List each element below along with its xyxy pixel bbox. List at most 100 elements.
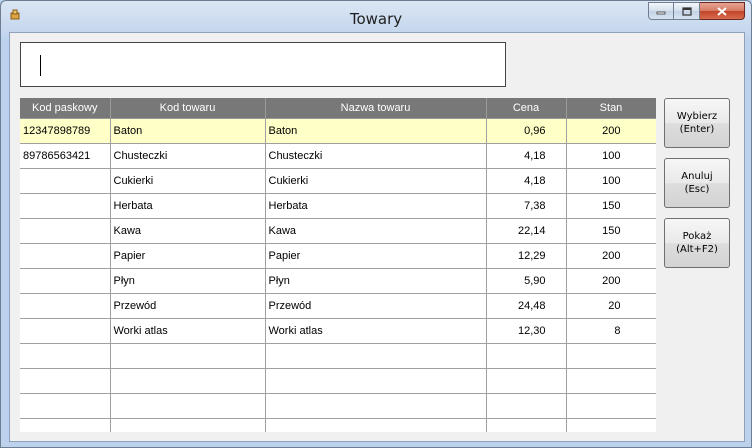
- stock-cell[interactable]: 20: [566, 293, 656, 319]
- table-row[interactable]: Papier Papier 12,29 200: [20, 243, 656, 269]
- empty-cell[interactable]: [265, 343, 487, 369]
- close-button[interactable]: [700, 2, 745, 20]
- products-grid[interactable]: Kod paskowy Kod towaru Nazwa towaru Cena…: [20, 98, 656, 432]
- table-header-row: Kod paskowy Kod towaru Nazwa towaru Cena…: [20, 98, 656, 119]
- barcode-cell[interactable]: [20, 193, 111, 219]
- table-row[interactable]: Przewód Przewód 24,48 20: [20, 293, 656, 319]
- empty-cell[interactable]: [265, 418, 487, 432]
- stock-cell[interactable]: 8: [566, 318, 656, 344]
- column-header-product-name[interactable]: Nazwa towaru: [265, 98, 487, 119]
- empty-cell[interactable]: [110, 393, 266, 419]
- product-name-cell[interactable]: Papier: [265, 243, 487, 269]
- products-table: Kod paskowy Kod towaru Nazwa towaru Cena…: [20, 98, 656, 432]
- price-cell[interactable]: 5,90: [486, 268, 567, 294]
- empty-cell[interactable]: [20, 393, 111, 419]
- empty-cell[interactable]: [110, 418, 266, 432]
- stock-cell[interactable]: 150: [566, 218, 656, 244]
- product-code-cell[interactable]: Przewód: [110, 293, 266, 319]
- price-cell[interactable]: 12,30: [486, 318, 567, 344]
- barcode-cell[interactable]: [20, 318, 111, 344]
- product-code-cell[interactable]: Baton: [110, 118, 266, 144]
- maximize-icon: [681, 6, 692, 16]
- cancel-button[interactable]: Anuluj (Esc): [664, 158, 730, 208]
- product-code-cell[interactable]: Płyn: [110, 268, 266, 294]
- empty-cell[interactable]: [566, 343, 656, 369]
- empty-cell[interactable]: [20, 343, 111, 369]
- maximize-button[interactable]: [674, 2, 700, 20]
- price-cell[interactable]: 7,38: [486, 193, 567, 219]
- cancel-button-label: Anuluj (Esc): [681, 170, 712, 196]
- barcode-cell[interactable]: 12347898789: [20, 118, 111, 144]
- table-row[interactable]: Płyn Płyn 5,90 200: [20, 268, 656, 294]
- product-code-cell[interactable]: Herbata: [110, 193, 266, 219]
- product-code-cell[interactable]: Kawa: [110, 218, 266, 244]
- stock-cell[interactable]: 150: [566, 193, 656, 219]
- minimize-icon: [656, 11, 666, 15]
- table-row[interactable]: Herbata Herbata 7,38 150: [20, 193, 656, 219]
- stock-cell[interactable]: 200: [566, 268, 656, 294]
- column-header-stock[interactable]: Stan: [566, 98, 656, 119]
- barcode-cell[interactable]: [20, 168, 111, 194]
- price-cell[interactable]: 0,96: [486, 118, 567, 144]
- price-cell[interactable]: 22,14: [486, 218, 567, 244]
- empty-cell[interactable]: [110, 368, 266, 394]
- barcode-cell[interactable]: [20, 218, 111, 244]
- empty-cell[interactable]: [20, 418, 111, 432]
- price-cell[interactable]: 12,29: [486, 243, 567, 269]
- product-name-cell[interactable]: Płyn: [265, 268, 487, 294]
- select-button-line2: (Enter): [679, 124, 715, 135]
- empty-cell[interactable]: [486, 343, 567, 369]
- stock-cell[interactable]: 100: [566, 168, 656, 194]
- select-button-line1: Wybierz: [676, 111, 718, 122]
- table-row[interactable]: 12347898789 Baton Baton 0,96 200: [20, 118, 656, 144]
- product-name-cell[interactable]: Kawa: [265, 218, 487, 244]
- empty-cell[interactable]: [486, 368, 567, 394]
- barcode-cell[interactable]: [20, 243, 111, 269]
- product-name-cell[interactable]: Herbata: [265, 193, 487, 219]
- minimize-button[interactable]: [648, 2, 674, 20]
- empty-cell[interactable]: [110, 343, 266, 369]
- empty-cell[interactable]: [265, 393, 487, 419]
- price-cell[interactable]: 4,18: [486, 143, 567, 169]
- empty-table-row[interactable]: [20, 368, 656, 394]
- product-code-cell[interactable]: Papier: [110, 243, 266, 269]
- empty-cell[interactable]: [566, 368, 656, 394]
- empty-table-row[interactable]: [20, 418, 656, 432]
- price-cell[interactable]: 24,48: [486, 293, 567, 319]
- title-bar[interactable]: Towary: [1, 1, 751, 33]
- empty-cell[interactable]: [20, 368, 111, 394]
- empty-cell[interactable]: [566, 418, 656, 432]
- select-button[interactable]: Wybierz (Enter): [664, 98, 730, 148]
- product-code-cell[interactable]: Worki atlas: [110, 318, 266, 344]
- product-name-cell[interactable]: Chusteczki: [265, 143, 487, 169]
- column-header-product-code[interactable]: Kod towaru: [110, 98, 266, 119]
- stock-cell[interactable]: 200: [566, 243, 656, 269]
- show-button-label: Pokaż (Alt+F2): [676, 230, 718, 256]
- price-cell[interactable]: 4,18: [486, 168, 567, 194]
- table-row[interactable]: Worki atlas Worki atlas 12,30 8: [20, 318, 656, 344]
- stock-cell[interactable]: 200: [566, 118, 656, 144]
- column-header-price[interactable]: Cena: [486, 98, 567, 119]
- stock-cell[interactable]: 100: [566, 143, 656, 169]
- empty-cell[interactable]: [566, 393, 656, 419]
- barcode-cell[interactable]: [20, 268, 111, 294]
- column-header-barcode[interactable]: Kod paskowy: [20, 98, 111, 119]
- table-row[interactable]: Cukierki Cukierki 4,18 100: [20, 168, 656, 194]
- barcode-cell[interactable]: 89786563421: [20, 143, 111, 169]
- product-name-cell[interactable]: Baton: [265, 118, 487, 144]
- empty-cell[interactable]: [265, 368, 487, 394]
- search-input[interactable]: [20, 42, 506, 87]
- table-row[interactable]: 89786563421 Chusteczki Chusteczki 4,18 100: [20, 143, 656, 169]
- product-name-cell[interactable]: Cukierki: [265, 168, 487, 194]
- empty-table-row[interactable]: [20, 343, 656, 369]
- empty-cell[interactable]: [486, 418, 567, 432]
- empty-table-row[interactable]: [20, 393, 656, 419]
- product-name-cell[interactable]: Worki atlas: [265, 318, 487, 344]
- product-name-cell[interactable]: Przewód: [265, 293, 487, 319]
- table-row[interactable]: Kawa Kawa 22,14 150: [20, 218, 656, 244]
- show-button[interactable]: Pokaż (Alt+F2): [664, 218, 730, 268]
- product-code-cell[interactable]: Chusteczki: [110, 143, 266, 169]
- barcode-cell[interactable]: [20, 293, 111, 319]
- empty-cell[interactable]: [486, 393, 567, 419]
- product-code-cell[interactable]: Cukierki: [110, 168, 266, 194]
